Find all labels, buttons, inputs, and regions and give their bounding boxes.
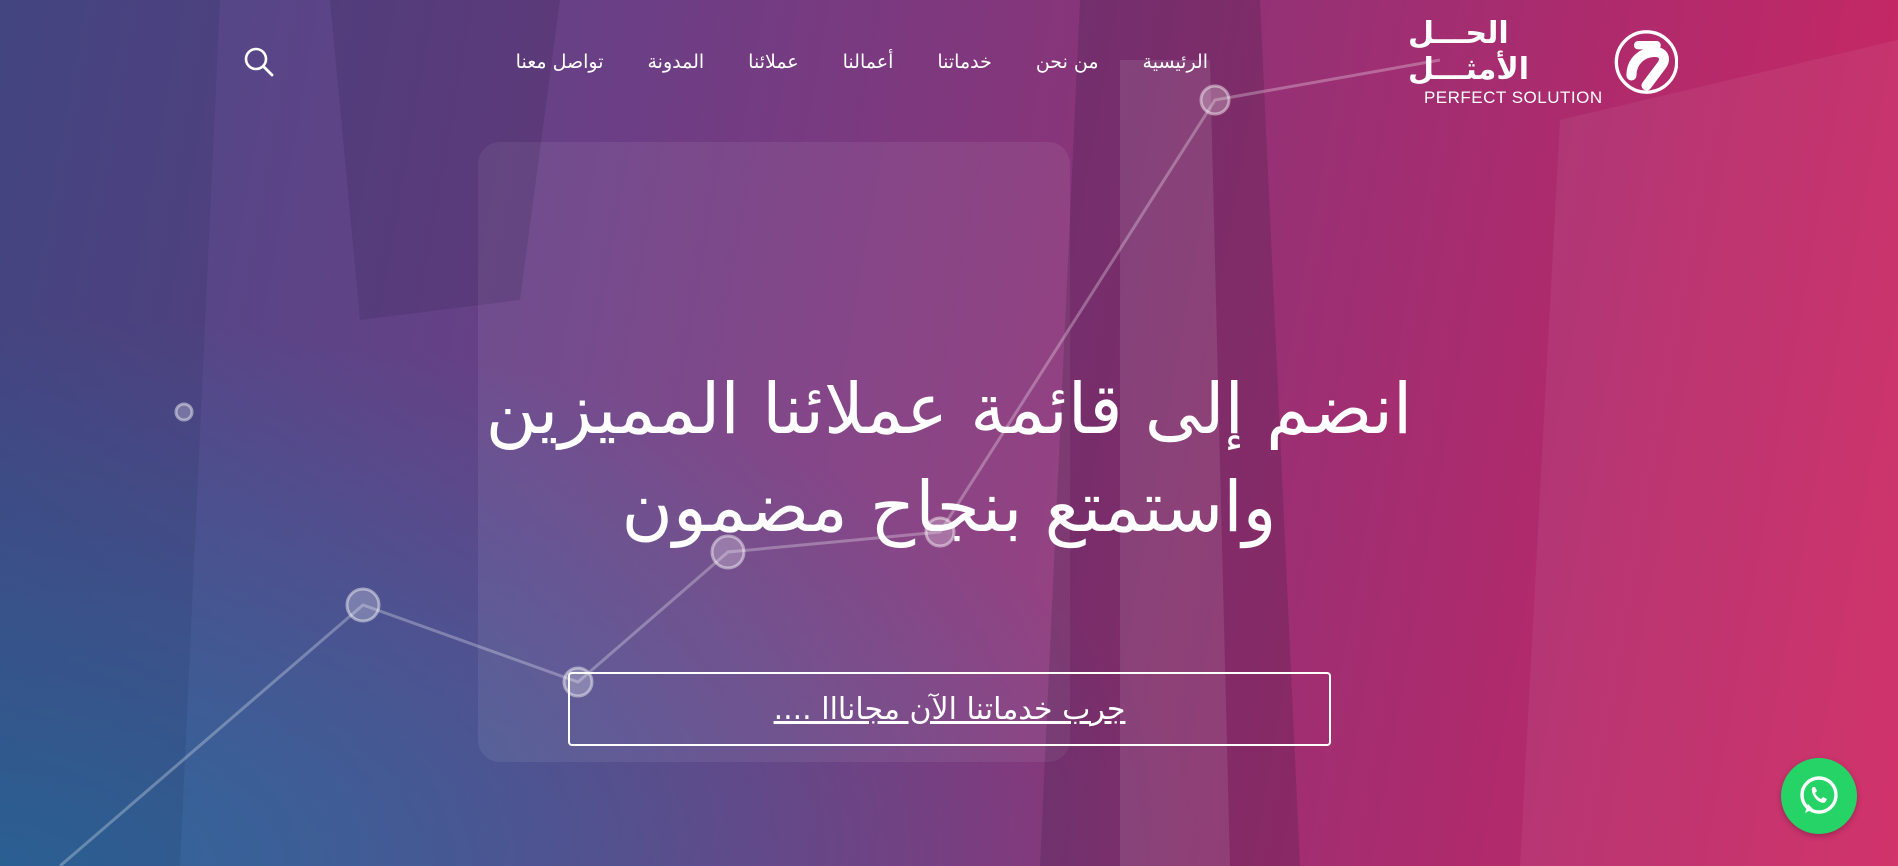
whatsapp-icon bbox=[1800, 776, 1838, 814]
logo-english-text: PERFECT SOLUTION bbox=[1423, 88, 1603, 107]
nav-item-contact[interactable]: تواصل معنا bbox=[516, 51, 604, 73]
nav-item-portfolio[interactable]: أعمالنا bbox=[843, 51, 894, 73]
logo-arabic-text: الحـــل الأمثـــل bbox=[1408, 16, 1529, 87]
hero-headline-line-2: واستمتع بنجاح مضمون bbox=[621, 466, 1277, 548]
search-icon[interactable] bbox=[243, 46, 275, 78]
hero-headline-line-1: انضم إلى قائمة عملائنا المميزين bbox=[485, 368, 1413, 450]
logo-mark-icon bbox=[1614, 30, 1678, 94]
site-logo[interactable]: الحـــل الأمثـــل PERFECT SOLUTION bbox=[1408, 16, 1678, 108]
whatsapp-button[interactable] bbox=[1781, 758, 1857, 834]
nav-item-services[interactable]: خدماتنا bbox=[937, 51, 992, 73]
nav-item-about[interactable]: من نحن bbox=[1036, 51, 1099, 73]
hero-section: الحـــل الأمثـــل PERFECT SOLUTION الرئي… bbox=[0, 0, 1898, 866]
nav-item-clients[interactable]: عملائنا bbox=[748, 51, 798, 73]
try-services-button[interactable]: جرب خدماتنا الآن مجانااا .... bbox=[568, 672, 1331, 746]
main-nav: الرئيسية من نحن خدماتنا أعمالنا عملائنا … bbox=[516, 44, 1208, 80]
nav-item-blog[interactable]: المدونة bbox=[647, 51, 704, 73]
hero-headline: انضم إلى قائمة عملائنا المميزين واستمتع … bbox=[0, 360, 1898, 556]
logo-text: الحـــل الأمثـــل PERFECT SOLUTION bbox=[1408, 16, 1603, 108]
nav-item-home[interactable]: الرئيسية bbox=[1143, 51, 1208, 73]
